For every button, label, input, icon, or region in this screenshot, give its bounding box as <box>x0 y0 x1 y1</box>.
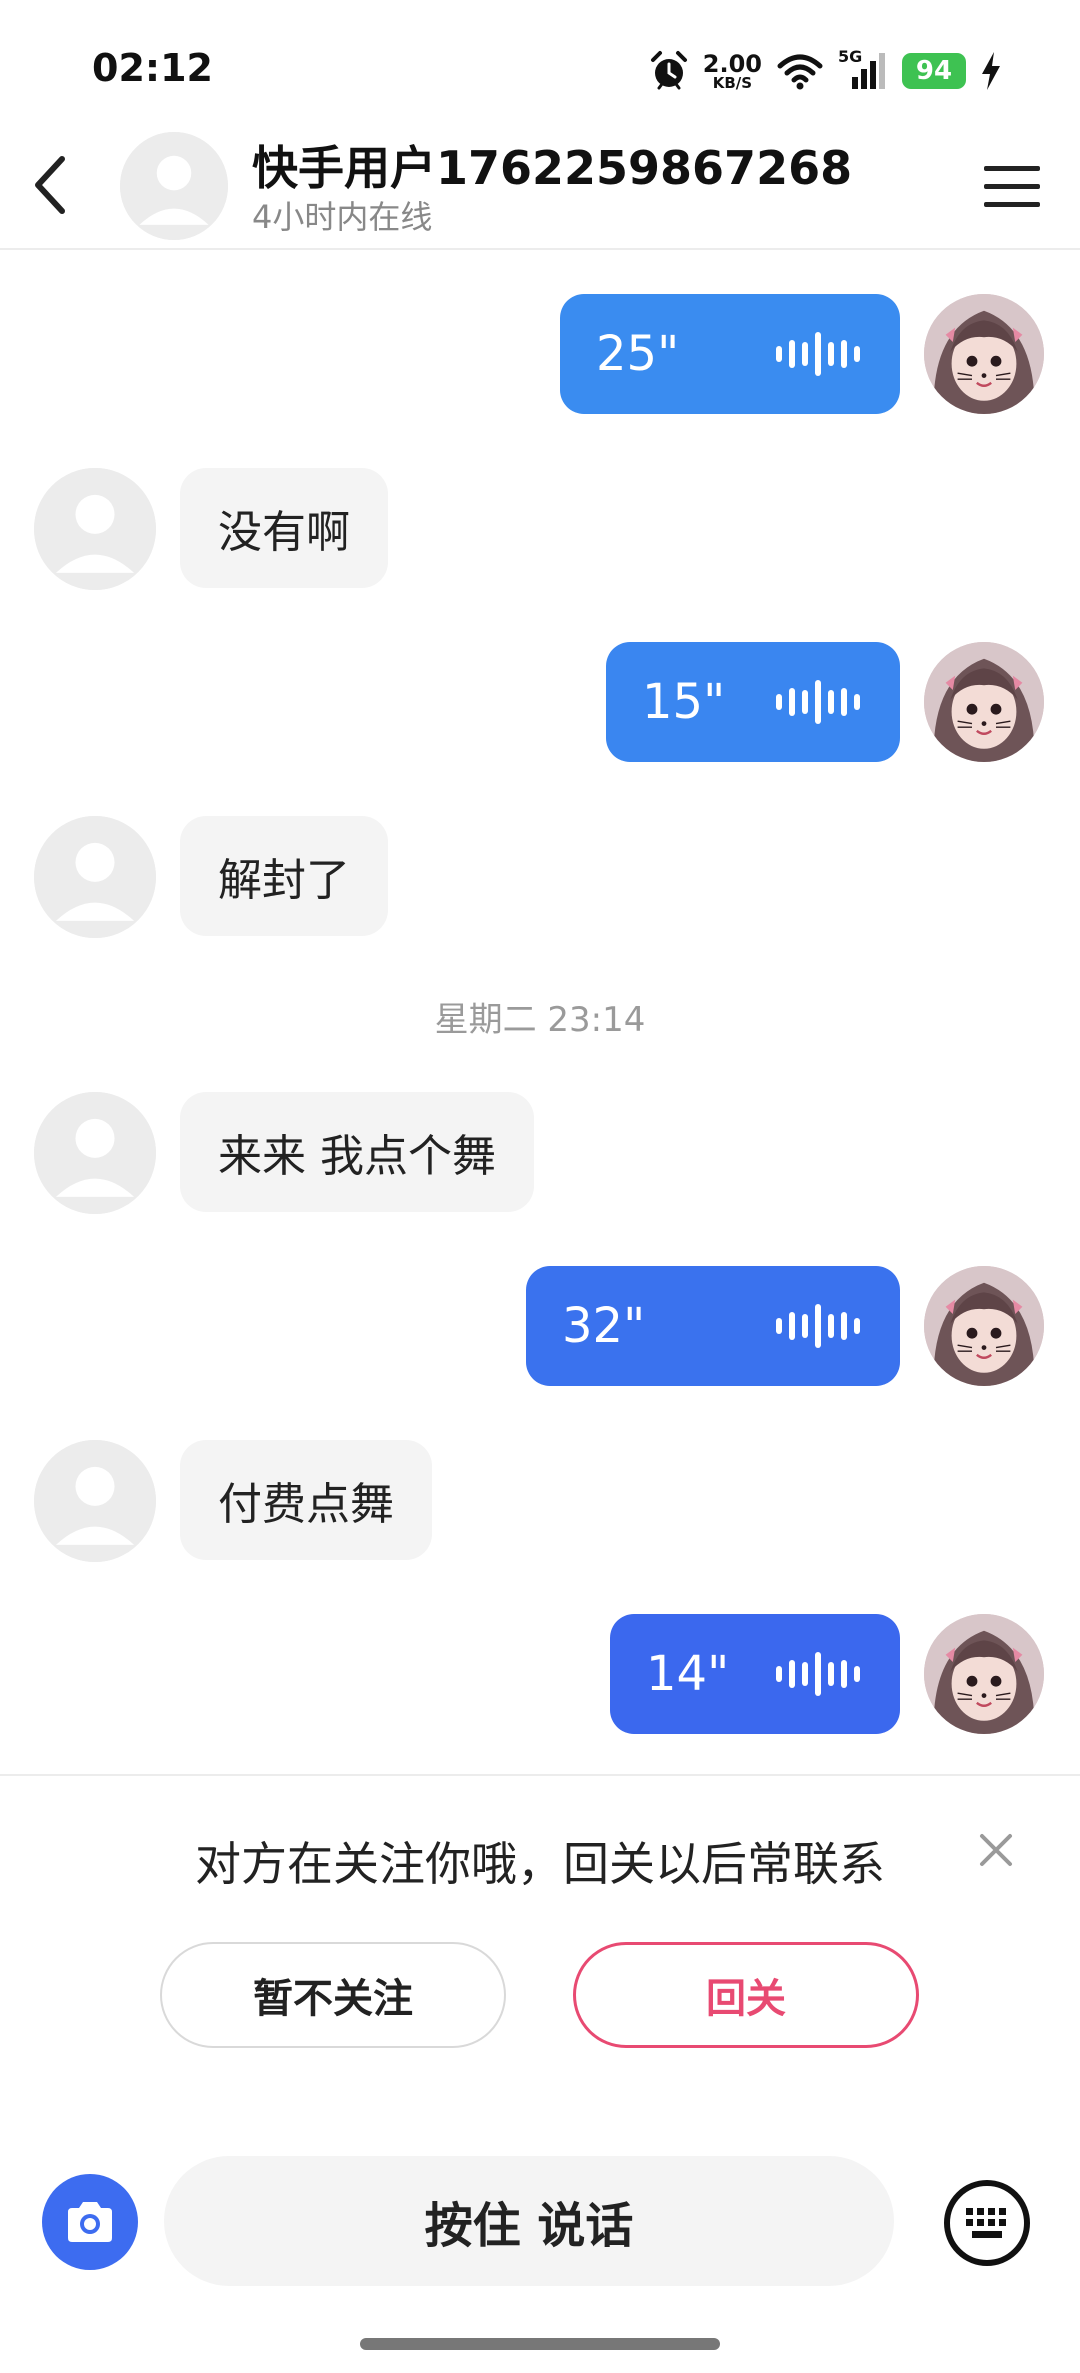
my-avatar[interactable] <box>924 1614 1044 1734</box>
voice-duration: 25" <box>596 326 680 382</box>
voice-wave-icon <box>776 1304 860 1348</box>
keyboard-icon <box>944 2180 1030 2266</box>
voice-wave-icon <box>776 1652 860 1696</box>
voice-duration: 15" <box>642 674 726 730</box>
online-status: 4小时内在线 <box>252 198 433 236</box>
net-speed: 2.00 KB/S <box>703 52 762 91</box>
follow-back-prompt: 对方在关注你哦，回关以后常联系 暂不关注 回关 <box>0 1774 1080 2074</box>
net-speed-unit: KB/S <box>712 73 753 92</box>
keyboard-button[interactable] <box>942 2178 1032 2268</box>
voice-message-bubble[interactable]: 32" <box>526 1266 900 1386</box>
voice-wave-icon <box>776 680 860 724</box>
text-message-bubble[interactable]: 来来 我点个舞 <box>180 1092 534 1212</box>
message-row-text: 解封了 <box>0 816 1080 938</box>
voice-message-bubble[interactable]: 15" <box>606 642 900 762</box>
my-avatar[interactable] <box>924 1266 1044 1386</box>
voice-message-bubble[interactable]: 25" <box>560 294 900 414</box>
contact-avatar[interactable] <box>34 1440 156 1562</box>
hold-to-talk-button[interactable]: 按住 说话 <box>164 2156 894 2286</box>
time-divider: 星期二 23:14 <box>434 1000 646 1040</box>
menu-icon <box>984 165 1040 171</box>
back-button[interactable] <box>20 150 80 220</box>
status-time: 02:12 <box>92 46 213 90</box>
message-row-voice: 14" <box>0 1614 1080 1734</box>
message-list[interactable]: 25" 没有啊 15" 解封了 星期二 23:14 来来 我点个舞 32" 付费… <box>0 252 1080 1774</box>
avatar-icon[interactable] <box>120 132 228 240</box>
follow-prompt-text: 对方在关注你哦，回关以后常联系 <box>195 1837 885 1891</box>
voice-duration: 14" <box>646 1646 730 1702</box>
status-bar: 02:12 2.00 KB/S 5G 94 <box>0 0 1080 140</box>
home-indicator[interactable] <box>360 2338 720 2350</box>
contact-avatar[interactable] <box>34 1092 156 1214</box>
voice-wave-icon <box>776 332 860 376</box>
message-row-voice: 25" <box>0 294 1080 414</box>
message-row-voice: 32" <box>0 1266 1080 1386</box>
input-bar: 按住 说话 <box>0 2140 1080 2290</box>
text-message-bubble[interactable]: 没有啊 <box>180 468 388 588</box>
close-icon[interactable] <box>976 1830 1016 1870</box>
text-message-bubble[interactable]: 付费点舞 <box>180 1440 432 1560</box>
voice-message-bubble[interactable]: 14" <box>610 1614 900 1734</box>
text-message-bubble[interactable]: 解封了 <box>180 816 388 936</box>
camera-button[interactable] <box>42 2174 138 2270</box>
charging-icon <box>982 52 1000 90</box>
decline-follow-button[interactable]: 暂不关注 <box>160 1942 506 2048</box>
message-row-text: 来来 我点个舞 <box>0 1092 1080 1214</box>
message-row-text: 付费点舞 <box>0 1440 1080 1562</box>
back-icon <box>35 156 65 214</box>
contact-avatar[interactable] <box>34 816 156 938</box>
menu-button[interactable] <box>984 156 1050 216</box>
message-row-text: 没有啊 <box>0 468 1080 590</box>
my-avatar[interactable] <box>924 294 1044 414</box>
message-row-voice: 15" <box>0 642 1080 762</box>
contact-avatar[interactable] <box>34 468 156 590</box>
chat-header: 快手用户1762259867268 4小时内在线 <box>0 120 1080 250</box>
voice-duration: 32" <box>562 1298 646 1354</box>
alarm-icon <box>650 51 687 90</box>
chat-screen: 02:12 2.00 KB/S 5G 94 快手用户1762259867268 … <box>0 0 1080 2373</box>
follow-back-button[interactable]: 回关 <box>573 1942 919 2048</box>
status-icons: 2.00 KB/S 5G 94 <box>649 46 1002 96</box>
my-avatar[interactable] <box>924 642 1044 762</box>
net-speed-value: 2.00 <box>702 49 762 78</box>
signal-icon: 5G <box>838 47 888 91</box>
wifi-icon <box>777 54 823 90</box>
contact-name[interactable]: 快手用户1762259867268 <box>252 132 852 198</box>
camera-icon <box>68 2202 112 2242</box>
battery-level: 94 <box>902 53 966 89</box>
